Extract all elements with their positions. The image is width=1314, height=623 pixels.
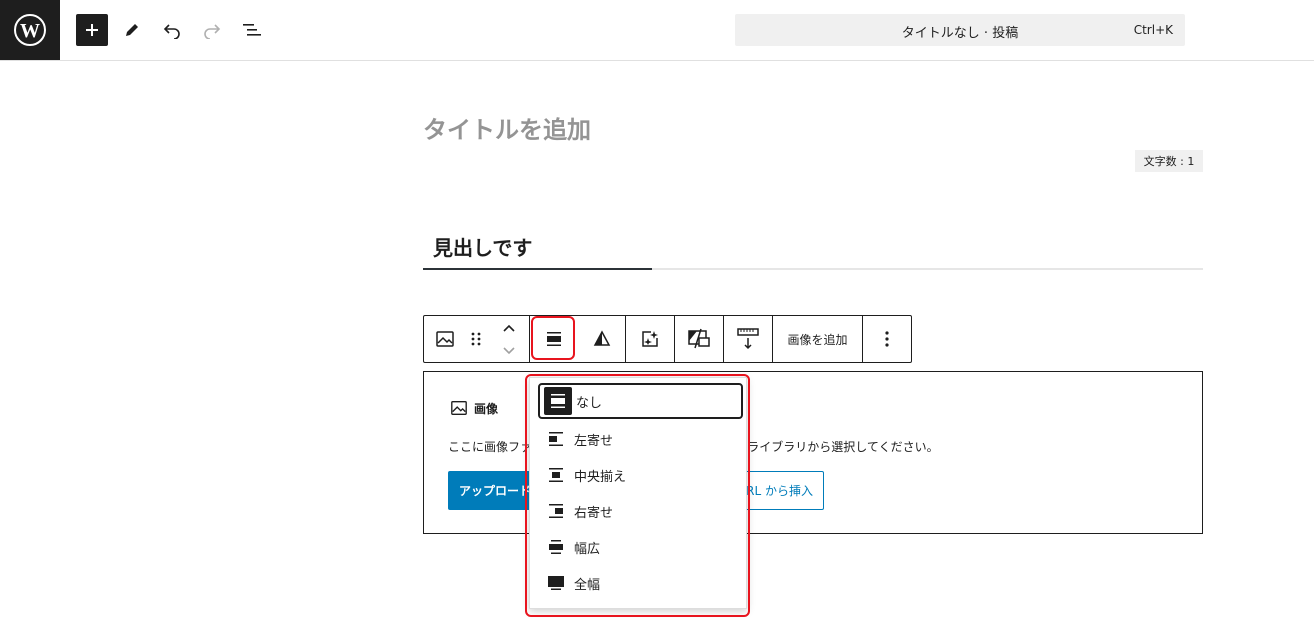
chevron-up-icon [503,324,515,332]
redo-icon [204,24,221,39]
undo-button[interactable] [156,14,188,46]
aspect-ratio-icon [688,328,710,349]
heading-underline-accent [423,268,652,270]
height-resize-icon [737,328,759,350]
block-toolbar: 画像を追加 [423,315,912,363]
post-title-input[interactable]: タイトルを追加 [423,110,591,145]
duotone-button[interactable] [578,316,625,362]
drag-handle-icon [471,332,481,346]
tools-button[interactable] [116,14,148,46]
aspect-ratio-button[interactable] [675,316,723,362]
list-view-icon [243,24,261,36]
command-palette-button[interactable]: タイトルなし · 投稿 Ctrl+K [735,14,1185,46]
more-vertical-icon [885,331,889,347]
image-icon [451,401,467,415]
move-down-button[interactable] [494,339,524,362]
add-image-label: 画像を追加 [787,332,848,347]
plus-icon [86,24,98,36]
placeholder-title: 画像 [474,401,499,416]
more-options-button[interactable] [863,316,911,362]
duotone-icon [593,330,610,346]
heading-text[interactable]: 見出しです [433,232,532,261]
wordpress-icon[interactable]: W [0,0,60,60]
block-type-button[interactable] [430,316,460,362]
chevron-down-icon [503,346,515,354]
redo-button[interactable] [196,14,228,46]
undo-icon [163,24,180,39]
ai-image-button[interactable] [626,316,674,362]
add-block-button[interactable] [76,14,108,46]
move-up-button[interactable] [494,316,524,339]
word-count-badge: 文字数 : 1 [1135,150,1203,172]
image-sparkle-icon [642,331,658,347]
pencil-icon [126,24,138,36]
dropdown-highlight [525,374,750,617]
heading-block[interactable]: 見出しです [423,226,1203,270]
editor-header: W タイトルなし · 投稿 Ctrl+K [0,0,1314,61]
image-icon [436,331,454,347]
placeholder-label: 画像 [450,399,498,417]
command-shortcut: Ctrl+K [1133,23,1173,37]
list-view-button[interactable] [236,14,268,46]
drag-handle[interactable] [464,316,488,362]
svg-text:W: W [20,20,40,42]
align-button-highlight [531,316,575,360]
document-title: タイトルなし · 投稿 [901,26,1019,41]
resize-button[interactable] [724,316,772,362]
add-image-button[interactable]: 画像を追加 [773,316,862,362]
